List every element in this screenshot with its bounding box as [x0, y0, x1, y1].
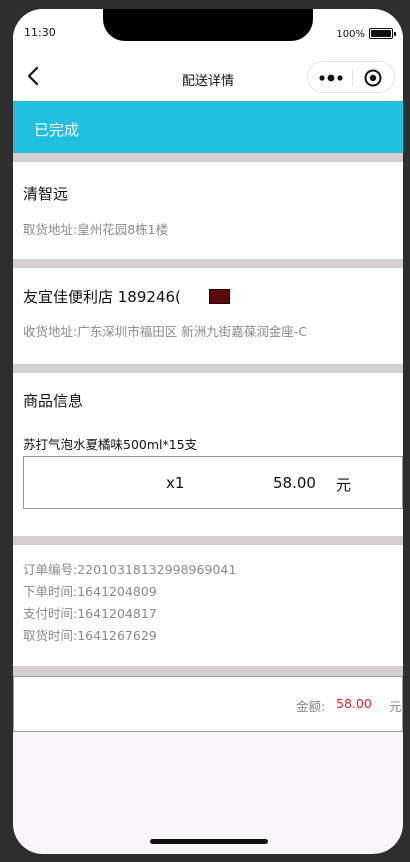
- battery-icon: [369, 28, 396, 39]
- pickup-time: 取货时间:1641267629: [23, 628, 157, 643]
- goods-price-unit: 元: [336, 476, 352, 494]
- section-divider: [13, 666, 403, 676]
- goods-quantity: x1: [166, 474, 185, 492]
- amount-footer: 金额: 58.00 元: [13, 676, 403, 732]
- battery-percent: 100%: [336, 29, 365, 40]
- order-status-banner: 已完成: [13, 101, 403, 153]
- status-time: 11:30: [24, 26, 56, 39]
- section-divider: [13, 259, 403, 268]
- pickup-address: 取货地址:皇州花园8栋1楼: [23, 219, 168, 238]
- amount-label: 金额:: [296, 699, 326, 714]
- section-divider: [13, 364, 403, 373]
- goods-item-box: x1 58.00 元: [23, 456, 403, 509]
- nav-bar: 配送详情: [13, 53, 403, 101]
- home-indicator[interactable]: [150, 839, 268, 844]
- delivery-name: 友宜佳便利店 189246(: [23, 288, 181, 306]
- camera-notch: [103, 9, 313, 41]
- section-divider: [13, 536, 403, 545]
- order-status-text: 已完成: [34, 121, 80, 139]
- delivery-address: 收货地址:广东深圳市福田区 新洲九街嘉葆润金座-C: [23, 321, 307, 340]
- pay-time: 支付时间:1641204817: [23, 606, 157, 621]
- goods-section-title: 商品信息: [23, 392, 84, 410]
- phone-screen: 11:30 100% 配送详情 已完成 清智远 取货地址:皇州花园8栋1楼 友宜: [13, 9, 403, 854]
- order-info-card: 订单编号:22010318132998969041 下单时间:164120480…: [13, 545, 403, 666]
- goods-price: 58.00: [273, 474, 316, 492]
- order-time: 下单时间:1641204809: [23, 584, 157, 599]
- delivery-address-value: 广东深圳市福田区 新洲九街嘉葆润金座-C: [77, 324, 307, 339]
- more-dots-icon[interactable]: [318, 71, 344, 85]
- pickup-name: 清智远: [23, 185, 69, 203]
- pickup-card: 清智远 取货地址:皇州花园8栋1楼: [13, 162, 403, 259]
- pickup-address-label: 取货地址:: [23, 222, 78, 237]
- amount-unit: 元: [389, 699, 402, 714]
- delivery-address-label: 收货地址:: [23, 324, 78, 339]
- order-number: 订单编号:22010318132998969041: [23, 562, 237, 577]
- delivery-card: 友宜佳便利店 189246( 收货地址:广东深圳市福田区 新洲九街嘉葆润金座-C: [13, 268, 403, 364]
- section-divider: [13, 153, 403, 162]
- capsule-divider: [352, 70, 353, 86]
- goods-card: 商品信息 苏打气泡水夏橘味500ml*15支 x1 58.00 元: [13, 373, 403, 536]
- goods-item-name: 苏打气泡水夏橘味500ml*15支: [23, 437, 198, 452]
- amount-value: 58.00: [336, 696, 372, 711]
- mini-program-capsule: [307, 61, 395, 93]
- pickup-address-value: 皇州花园8栋1楼: [77, 222, 169, 237]
- redacted-mark: [209, 289, 230, 304]
- record-target-icon[interactable]: [363, 68, 383, 88]
